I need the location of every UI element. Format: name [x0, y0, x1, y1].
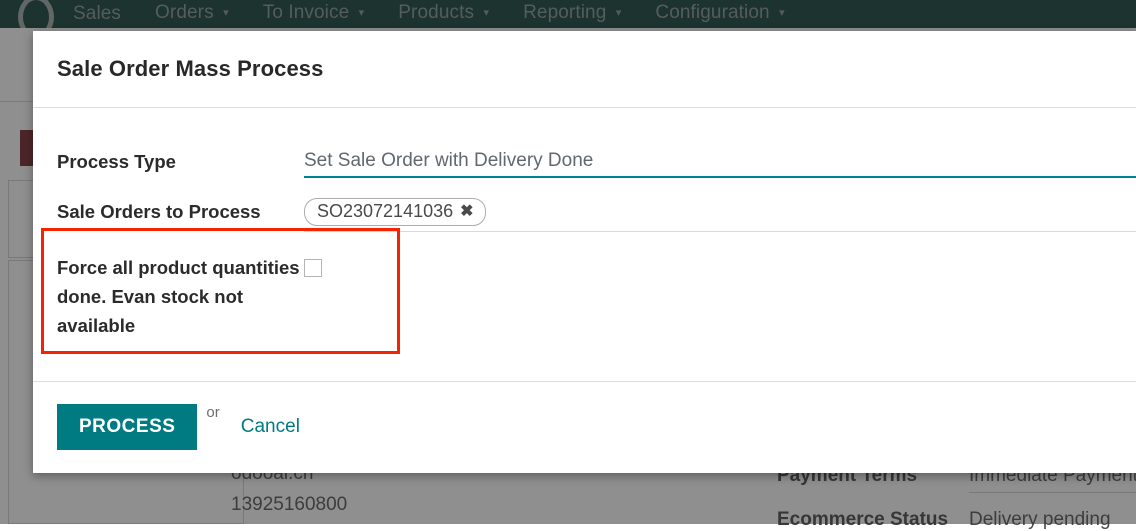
- sale-order-mass-process-dialog: Sale Order Mass Process Process Type Set…: [33, 31, 1136, 473]
- dialog-footer: PROCESS or Cancel: [33, 381, 1136, 472]
- close-icon[interactable]: ✖: [460, 203, 473, 220]
- dialog-title: Sale Order Mass Process: [57, 56, 324, 81]
- sale-orders-tag-input[interactable]: SO23072141036 ✖: [304, 198, 1136, 232]
- dialog-header: Sale Order Mass Process: [33, 31, 1136, 108]
- sale-orders-field: SO23072141036 ✖: [304, 198, 1136, 232]
- field-row-force-done: Force all product quantities done. Evan …: [57, 253, 1136, 340]
- force-done-field: [304, 253, 1136, 277]
- cancel-button[interactable]: Cancel: [241, 416, 300, 438]
- force-done-checkbox[interactable]: [304, 259, 322, 277]
- force-done-label: Force all product quantities done. Evan …: [57, 257, 300, 336]
- process-type-label: Process Type: [57, 151, 176, 172]
- process-type-field: Set Sale Order with Delivery Done: [304, 148, 1136, 178]
- field-row-process-type: Process Type Set Sale Order with Deliver…: [57, 148, 1136, 178]
- process-type-select[interactable]: Set Sale Order with Delivery Done: [304, 148, 1136, 178]
- process-button[interactable]: PROCESS: [57, 404, 198, 450]
- dialog-body: Process Type Set Sale Order with Deliver…: [33, 108, 1136, 381]
- tag-item[interactable]: SO23072141036 ✖: [304, 198, 486, 226]
- footer-or-text: or: [206, 404, 220, 421]
- tag-label: SO23072141036: [317, 201, 454, 221]
- field-row-sale-orders: Sale Orders to Process SO23072141036 ✖: [57, 198, 1136, 232]
- sale-orders-label: Sale Orders to Process: [57, 201, 261, 222]
